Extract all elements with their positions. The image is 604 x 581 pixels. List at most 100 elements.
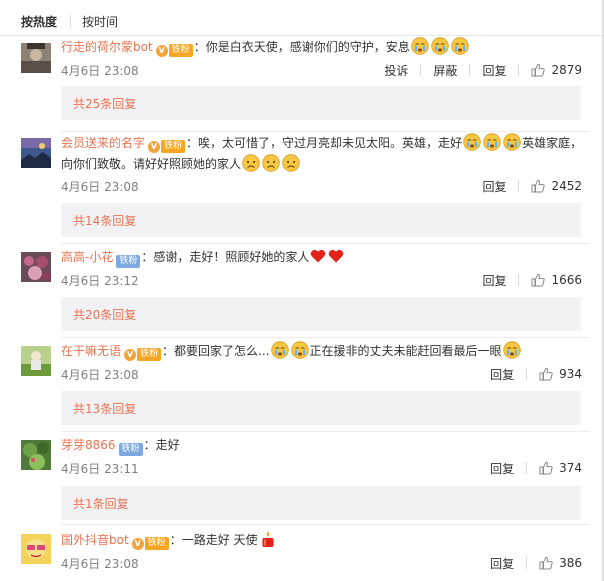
report-button[interactable]: 投诉 [384,62,408,79]
action-divider [420,64,422,76]
crying-face-icon [503,133,521,151]
crying-face-icon [451,37,469,55]
avatar[interactable] [21,346,51,376]
crying-face-icon [483,133,501,151]
comment-text-continued: 英雄家庭， [522,136,583,150]
comment-meta: 4月6日 23:08 投诉 屏蔽 回复 2879 [61,61,582,79]
reply-button[interactable]: 回复 [482,62,506,79]
username-link[interactable]: 行走的荷尔蒙bot [61,40,153,54]
comment-text-continued: 向你们致敬。请好好照顾她的家人 [61,157,242,171]
username-link[interactable]: 会员送来的名字 [61,136,145,150]
colon: ： [162,344,175,358]
avatar[interactable] [21,534,51,564]
reply-button[interactable]: 回复 [482,272,506,289]
comment-meta: 4月6日 23:12 回复 1666 [61,271,582,289]
fan-badge: 铁粉 [118,443,143,457]
replies-box: 共20条回复 [61,297,581,331]
sort-by-time-tab[interactable]: 按时间 [82,13,118,30]
like-button[interactable]: 2879 [531,63,582,77]
comment-meta: 4月6日 23:08 回复 2452 [61,177,582,195]
comment-actions: 回复 934 [490,366,582,383]
colon: ： [186,136,199,150]
comment-text: 走好 [155,438,180,452]
thumbs-up-icon [531,273,546,287]
replies-box: 共13条回复 [61,391,581,425]
fan-badge: V 铁粉 [148,140,186,154]
like-count: 386 [559,556,582,570]
v-icon: V [131,537,144,550]
avatar[interactable] [21,252,51,282]
like-button[interactable]: 374 [539,461,582,475]
sad-face-icon [262,154,280,172]
replies-box: 共1条回复 [61,486,581,520]
username-link[interactable]: 在干嘛无语 [61,344,121,358]
sort-divider [70,15,72,27]
thumbs-up-icon [539,556,553,570]
comment-time: 4月6日 23:08 [61,63,139,78]
comment-text-line: 在干嘛无语 V 铁粉 ：都要回家了怎么... 正在援非的丈夫未能赶回看最后一眼 [61,340,590,363]
username-link[interactable]: 芽芽8866 [61,438,116,452]
fan-badge: V 铁粉 [155,44,193,58]
reply-button[interactable]: 回复 [482,178,506,195]
sort-by-hot-tab[interactable]: 按热度 [21,13,57,30]
crying-face-icon [431,37,449,55]
username-link[interactable]: 国外抖音bot [61,533,129,547]
like-count: 1666 [551,273,582,287]
avatar[interactable] [21,138,51,168]
comment-text-line: 行走的荷尔蒙bot V 铁粉 ：你是白衣天使，感谢你们的守护，安息 [61,36,590,59]
heart-icon [311,249,326,263]
comment-text: 一路走好 天使 [181,533,258,547]
username-link[interactable]: 高高-小花 [61,250,113,264]
heart-icon [329,249,344,263]
view-replies-link[interactable]: 共1条回复 [73,495,129,512]
comment-text-line: 会员送来的名字 V 铁粉 ：唉，太可惜了，守过月亮却未见太阳。英雄，走好 英雄家庭， [61,132,590,155]
reply-button[interactable]: 回复 [490,460,514,477]
reply-button[interactable]: 回复 [490,366,514,383]
like-button[interactable]: 934 [539,367,582,381]
colon: ： [193,40,206,54]
like-button[interactable]: 386 [539,556,582,570]
avatar[interactable] [21,43,51,73]
comment-actions: 回复 386 [490,555,582,572]
thumbs-up-icon [531,179,546,193]
view-replies-link[interactable]: 共20条回复 [73,306,136,323]
comment-time: 4月6日 23:08 [61,556,139,571]
fan-badge-label: 铁粉 [116,255,141,268]
comment-text-line: 芽芽8866 铁粉 ：走好 [61,434,590,457]
comment-text: 都要回家了怎么... [174,344,270,358]
avatar[interactable] [21,440,51,470]
crying-face-icon [290,341,309,359]
like-button[interactable]: 2452 [531,179,582,193]
sad-face-icon [242,154,260,172]
comment-actions: 回复 1666 [482,272,582,289]
action-divider [526,557,528,569]
thumbs-up-icon [531,63,546,77]
action-divider [518,274,520,286]
crying-face-icon [411,37,429,55]
candle-icon [262,531,274,547]
comment-time: 4月6日 23:11 [61,461,139,476]
like-count: 2879 [551,63,582,77]
fan-badge: V 铁粉 [124,348,162,362]
sad-face-icon [282,154,300,172]
comment-actions: 投诉 屏蔽 回复 2879 [384,62,582,79]
comment-text: 感谢，走好！照顾好她的家人 [153,250,310,264]
fan-badge-label: 铁粉 [161,140,186,153]
thumbs-up-icon [539,367,553,381]
fan-badge: 铁粉 [116,255,141,269]
view-replies-link[interactable]: 共13条回复 [73,400,136,417]
view-replies-link[interactable]: 共14条回复 [73,212,136,229]
comment-text-continued: 正在援非的丈夫未能赶回看最后一眼 [309,344,502,358]
fan-badge-label: 铁粉 [118,443,143,456]
view-replies-link[interactable]: 共25条回复 [73,95,136,112]
reply-button[interactable]: 回复 [490,555,514,572]
like-count: 2452 [551,179,582,193]
crying-face-icon [270,341,289,359]
comment-meta: 4月6日 23:11 回复 374 [61,459,582,477]
like-button[interactable]: 1666 [531,273,582,287]
action-divider [469,64,471,76]
block-button[interactable]: 屏蔽 [433,62,457,79]
crying-face-icon [502,341,521,359]
colon: ： [169,533,182,547]
fan-badge: V 铁粉 [131,537,169,551]
